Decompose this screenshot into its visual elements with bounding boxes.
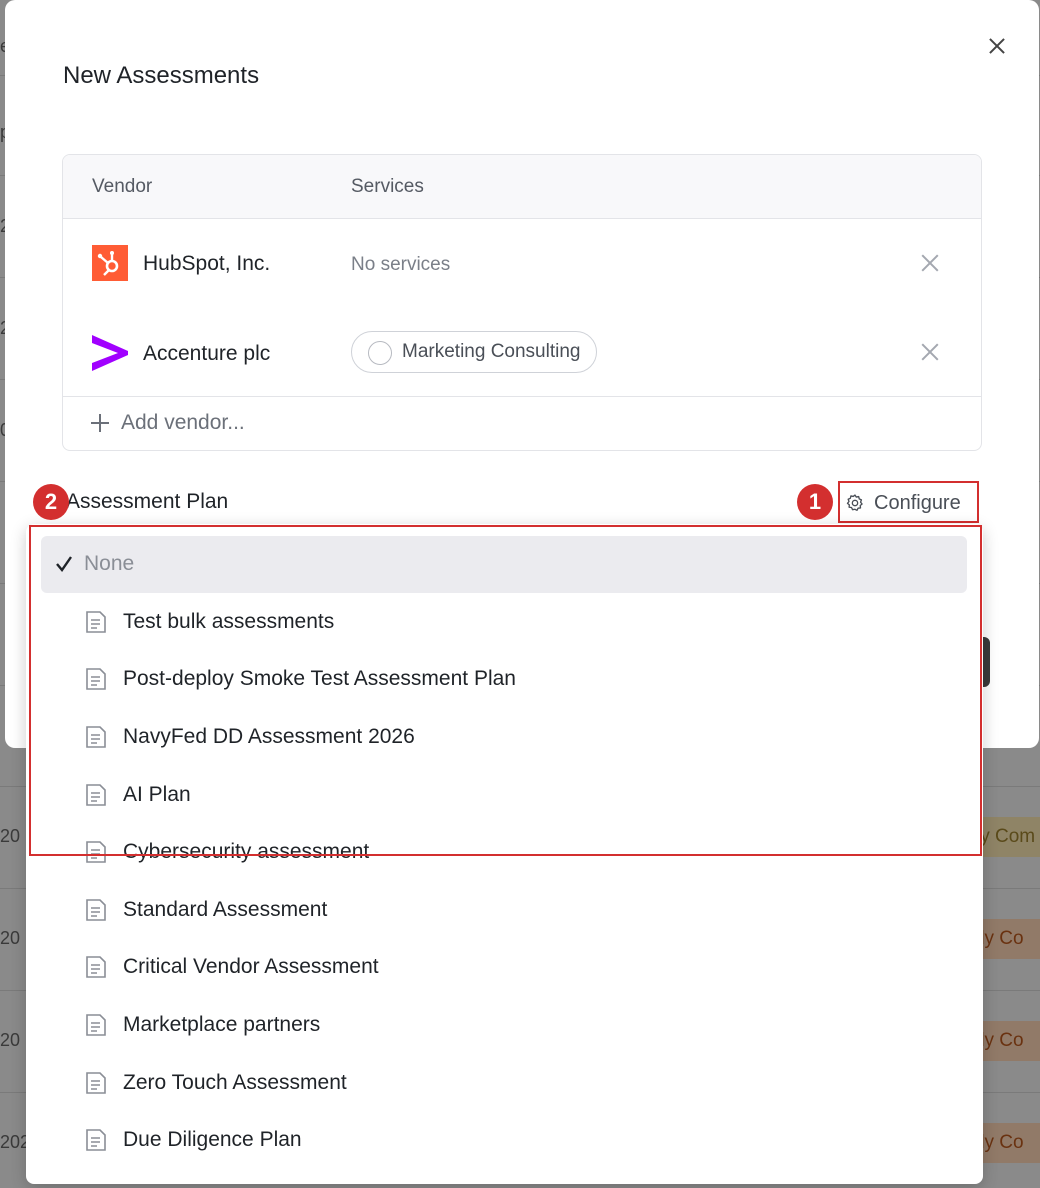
dropdown-option[interactable]: AI Plan [41,767,967,824]
dropdown-option-label: NavyFed DD Assessment 2026 [123,725,415,748]
dropdown-option[interactable]: Cybersecurity assessment [41,824,967,881]
bg-text-fragment: 20 [0,1030,21,1050]
add-vendor-label: Add vendor... [121,411,245,434]
document-icon [86,1129,106,1151]
dropdown-option-label: None [84,552,135,575]
column-header-services: Services [351,176,424,197]
vendor-table-header: Vendor Services [63,155,981,219]
close-icon[interactable] [985,34,1009,58]
dropdown-option-label: Marketplace partners [123,1013,321,1036]
configure-label: Configure [874,492,961,514]
dropdown-option-none[interactable]: None [41,536,967,593]
dropdown-option[interactable]: Due Diligence Plan [41,1112,967,1169]
radio-circle-icon [368,341,392,365]
dropdown-option[interactable]: Standard Assessment [41,882,967,939]
document-icon [86,726,106,748]
document-icon [86,841,106,863]
vendor-name: HubSpot, Inc. [143,252,271,275]
document-icon [86,668,106,690]
dropdown-option[interactable]: NavyFed DD Assessment 2026 [41,709,967,766]
dropdown-option-label: Zero Touch Assessment [123,1071,347,1094]
remove-vendor-icon[interactable] [921,254,939,272]
dropdown-option-label: Standard Assessment [123,898,328,921]
dropdown-option-label: Cybersecurity assessment [123,840,370,863]
add-vendor-button[interactable]: Add vendor... [63,396,981,450]
assessment-plan-label: Assessment Plan [66,490,229,513]
dropdown-option-label: Post-deploy Smoke Test Assessment Plan [123,667,516,690]
document-icon [86,899,106,921]
column-header-vendor: Vendor [92,176,153,197]
annotation-badge-1: 1 [797,484,833,520]
vendor-row: HubSpot, Inc. No services [63,219,981,307]
service-pill[interactable]: Marketing Consulting [351,331,598,373]
document-icon [86,956,106,978]
configure-button[interactable]: Configure [838,481,979,523]
document-icon [86,611,106,633]
bg-text-fragment: 20 [0,826,21,846]
vendor-table: Vendor Services HubSpot, Inc. No service… [62,154,982,451]
accenture-logo-icon [92,335,128,371]
dropdown-option[interactable]: Test bulk assessments [41,594,967,651]
dropdown-option-label: Critical Vendor Assessment [123,955,379,978]
document-icon [86,784,106,806]
vendor-name: Accenture plc [143,342,271,365]
modal-title: New Assessments [63,62,260,89]
bg-text-fragment: 20 [0,928,21,948]
dropdown-option[interactable]: Zero Touch Assessment [41,1055,967,1112]
dropdown-option[interactable]: Marketplace partners [41,997,967,1054]
check-icon [56,556,72,572]
services-empty-text: No services [351,254,451,275]
dropdown-option[interactable]: Post-deploy Smoke Test Assessment Plan [41,651,967,708]
document-icon [86,1072,106,1094]
gear-icon [846,494,863,511]
plus-icon [91,414,109,432]
annotation-badge-2: 2 [33,484,69,520]
service-pill-label: Marketing Consulting [402,341,581,362]
dropdown-option-label: Test bulk assessments [123,610,335,633]
hubspot-logo-icon [92,245,128,281]
remove-vendor-icon[interactable] [921,343,939,361]
dropdown-option[interactable]: Critical Vendor Assessment [41,939,967,996]
assessment-plan-dropdown: None Test bulk assessments Post-deploy S… [26,524,983,1184]
dropdown-option-label: Due Diligence Plan [123,1128,302,1151]
document-icon [86,1014,106,1036]
vendor-row: Accenture plc Marketing Consulting [63,307,981,395]
dropdown-option-label: AI Plan [123,783,191,806]
